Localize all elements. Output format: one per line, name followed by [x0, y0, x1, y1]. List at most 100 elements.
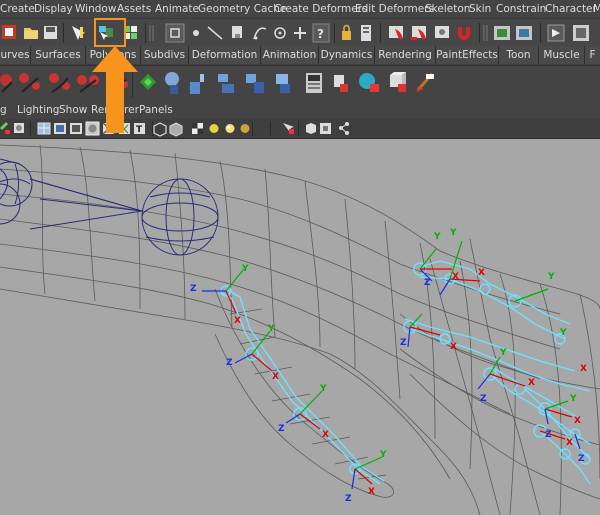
sculpt-icon[interactable] [334, 75, 348, 92]
panel-menu-lighting[interactable]: Lighting [17, 104, 59, 116]
axis-label-y: Y [379, 450, 387, 460]
tab-more[interactable]: F [585, 46, 600, 64]
menu-animate[interactable]: Animate [155, 3, 199, 15]
axis-label-z: Z [578, 454, 585, 464]
menu-constrain[interactable]: Constrain [496, 3, 546, 15]
menu-skeleton[interactable]: Skeleton [425, 3, 470, 15]
wireframe-icon[interactable] [37, 122, 51, 135]
wrap-icon[interactable] [390, 72, 406, 92]
magnet-icon[interactable] [458, 27, 470, 40]
hand-mesh-wireframe: Y Z X Y Z X Y Z X Y X Z Y Y X Z X Y Z X … [0, 144, 600, 515]
panel-menu-bar: g Lighting Show Renderer Panels [0, 102, 600, 119]
tab-muscle[interactable]: Muscle [539, 46, 585, 64]
ik-handle-icon[interactable] [19, 73, 40, 93]
film-gate-icon[interactable] [283, 123, 294, 134]
surface-icon[interactable] [232, 26, 242, 38]
select-mode-icon[interactable] [165, 23, 185, 43]
axis-label-z: Z [400, 338, 407, 348]
paint-weights-icon[interactable] [190, 74, 204, 94]
panel-menu-panels[interactable]: Panels [139, 104, 173, 116]
ipr-render-icon[interactable] [411, 26, 426, 40]
tab-surfaces[interactable]: Surfaces [31, 46, 86, 64]
show-hypershade-icon[interactable] [573, 25, 589, 41]
smooth-bind-icon[interactable] [140, 74, 156, 90]
open-scene-icon[interactable] [24, 28, 38, 39]
use-lights-icon[interactable] [192, 123, 203, 134]
lock-icon[interactable] [342, 24, 351, 41]
tab-toon[interactable]: Toon [499, 46, 539, 64]
tab-curves[interactable]: urves [0, 46, 31, 64]
cluster-icon[interactable] [218, 74, 234, 93]
construction-history-icon[interactable] [494, 26, 510, 40]
axis-label-y: Y [449, 228, 457, 238]
default-light-icon[interactable] [153, 122, 167, 137]
tab-painteffects[interactable]: PaintEffects [436, 46, 499, 64]
all-lights-icon[interactable] [169, 122, 183, 137]
menu-assets[interactable]: Assets [117, 3, 151, 15]
resolution-gate-icon[interactable] [240, 124, 250, 133]
camera-icon[interactable] [209, 124, 219, 133]
select-camera-icon[interactable] [0, 122, 10, 134]
menu-create-deformers[interactable]: Create Deformers [274, 3, 368, 15]
line-icon[interactable] [207, 26, 223, 40]
viewport-3d[interactable]: Y Z X Y Z X Y Z X Y X Z Y Y X Z X Y Z X … [0, 139, 600, 515]
panel-menu-show[interactable]: Show [59, 104, 87, 116]
menu-window[interactable]: Window [75, 3, 116, 15]
tab-deformation[interactable]: Deformation [189, 46, 261, 64]
menu-skin[interactable]: Skin [469, 3, 491, 15]
blend-shape-icon[interactable] [276, 74, 290, 93]
ik-spline-icon[interactable] [49, 73, 70, 93]
axis-label-y: Y [433, 232, 441, 242]
wire-deformer-icon[interactable] [306, 73, 322, 93]
highlight-box [94, 18, 126, 47]
render-view-icon[interactable] [516, 26, 532, 40]
jiggle-icon[interactable] [359, 73, 379, 92]
render-settings-icon[interactable] [435, 26, 449, 38]
save-scene-icon[interactable] [44, 26, 57, 39]
menu-character[interactable]: Character [545, 3, 597, 15]
curve-icon[interactable] [253, 27, 267, 40]
safe-frame-icon[interactable] [306, 123, 316, 134]
axis-label-z: Z [190, 284, 197, 294]
lattice-icon[interactable] [246, 74, 264, 93]
tab-animation[interactable]: Animation [261, 46, 319, 64]
safe-title-icon[interactable] [320, 123, 331, 134]
history-icon[interactable] [361, 25, 371, 41]
axis-label-y: Y [267, 324, 275, 334]
axis-label-x: X [574, 416, 581, 426]
rigid-bind-icon[interactable] [165, 72, 179, 94]
axis-label-x: X [528, 378, 535, 388]
smooth-shade-icon[interactable] [54, 123, 66, 134]
axis-label-z: Z [480, 394, 487, 404]
soft-mod-icon[interactable] [416, 73, 434, 92]
menu-edit-deformers[interactable]: Edit Deformers [355, 3, 434, 15]
tab-dynamics[interactable]: Dynamics [319, 46, 375, 64]
tab-subdivs[interactable]: Subdivs [141, 46, 189, 64]
point-icon[interactable] [193, 30, 199, 36]
axis-label-x: X [478, 268, 485, 278]
axis-label-x: X [368, 487, 375, 497]
axis-label-z: Z [545, 430, 552, 440]
shelf-tabs: urves Surfaces Polygons Subdivs Deformat… [0, 46, 600, 65]
panel-menu-shading[interactable]: g [0, 104, 7, 116]
menu-display[interactable]: Display [34, 3, 73, 15]
camera-attributes-icon[interactable] [14, 123, 24, 133]
snap-point-icon[interactable] [274, 27, 286, 39]
svg-text:?: ? [317, 27, 324, 41]
hierarchy-icon[interactable] [339, 122, 349, 135]
render-globals-icon[interactable] [547, 24, 565, 42]
menu-create[interactable]: Create [0, 3, 35, 15]
menu-more[interactable]: M [593, 3, 600, 15]
bone-icon[interactable] [0, 74, 13, 93]
render-icon[interactable] [389, 26, 403, 39]
tab-rendering[interactable]: Rendering [375, 46, 436, 64]
select-by-hierarchy-icon[interactable] [72, 26, 85, 40]
snap-plane-icon[interactable] [294, 27, 306, 39]
question-icon[interactable]: ? [312, 23, 330, 43]
axis-label-x: X [234, 316, 241, 326]
undo-icon[interactable] [2, 25, 16, 39]
smooth-wire-icon[interactable] [70, 123, 82, 134]
axis-label-y: Y [319, 384, 327, 394]
axis-label-x: X [450, 342, 457, 352]
grid-icon[interactable] [225, 124, 235, 133]
